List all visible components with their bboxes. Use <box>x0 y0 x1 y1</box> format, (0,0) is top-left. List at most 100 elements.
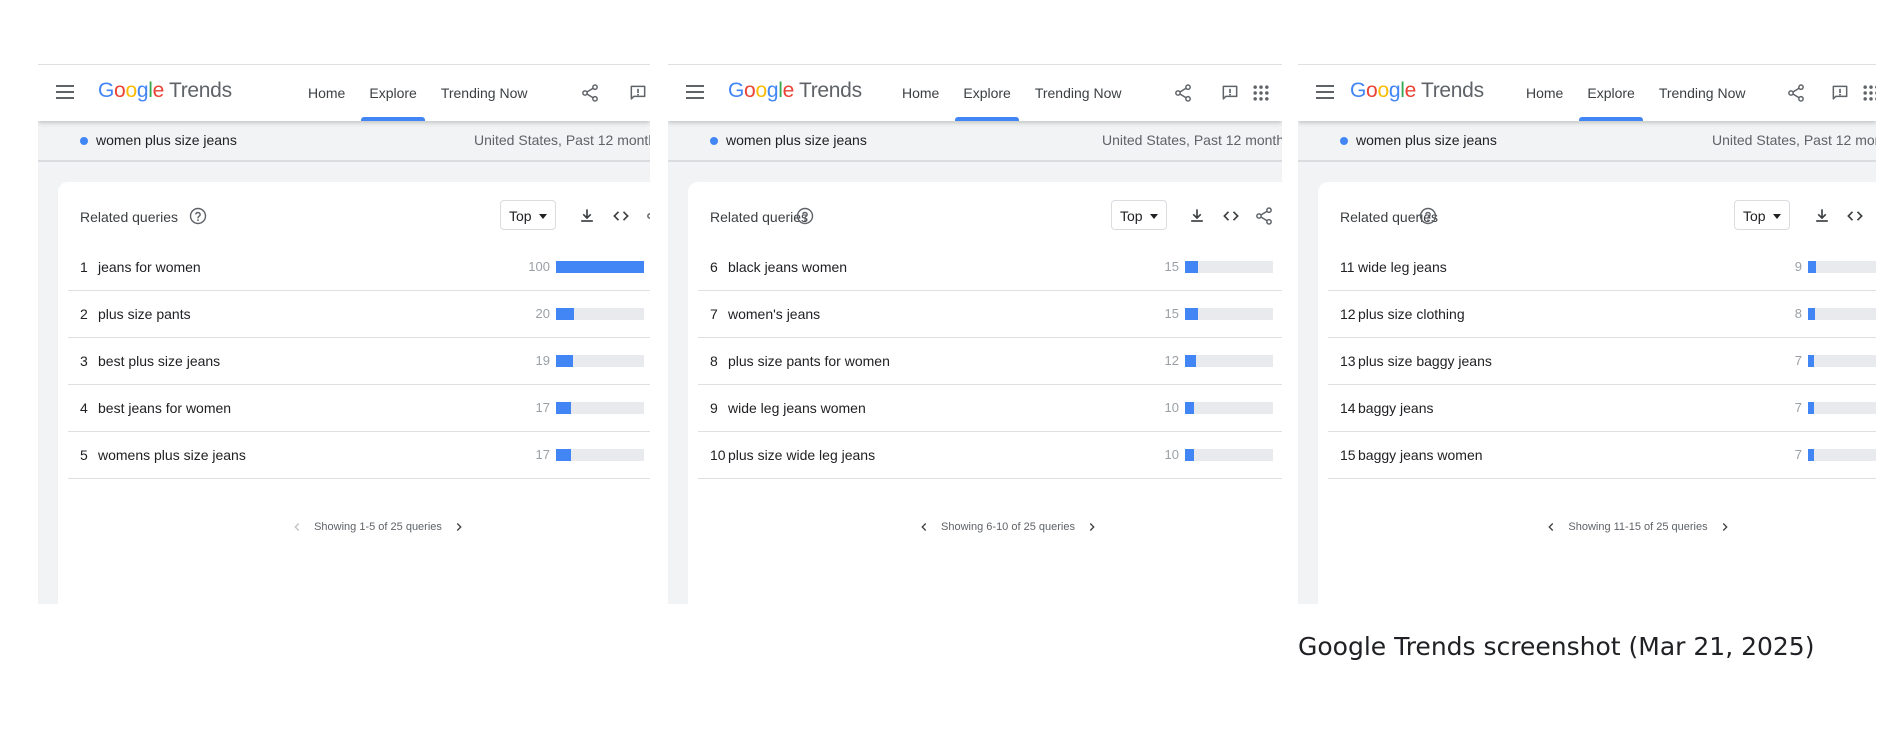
share-icon[interactable] <box>1173 83 1193 103</box>
google-trends-logo[interactable]: Google Trends <box>728 79 862 103</box>
query-row[interactable]: 14 baggy jeans 7 <box>1328 385 1876 432</box>
query-row[interactable]: 1 jeans for women 100 <box>68 244 650 291</box>
help-icon[interactable] <box>188 206 208 226</box>
nav-trending-now[interactable]: Trending Now <box>1647 65 1758 121</box>
query-row[interactable]: 5 womens plus size jeans 17 <box>68 432 650 479</box>
region-time-filter[interactable]: United States, Past 12 months <box>474 132 650 148</box>
query-row[interactable]: 13 plus size baggy jeans 7 <box>1328 338 1876 385</box>
query-text[interactable]: jeans for women <box>98 259 201 275</box>
nav-explore[interactable]: Explore <box>951 65 1022 121</box>
chevron-left-icon[interactable] <box>1544 520 1558 534</box>
search-term[interactable]: women plus size jeans <box>96 132 237 148</box>
chevron-left-icon[interactable] <box>290 520 304 534</box>
query-value: 7 <box>1794 353 1802 368</box>
value-bar-track <box>556 308 644 320</box>
query-text[interactable]: wide leg jeans <box>1358 259 1447 275</box>
caret-down-icon <box>1150 214 1158 219</box>
query-text[interactable]: best jeans for women <box>98 400 231 416</box>
query-row[interactable]: 10 plus size wide leg jeans 10 <box>698 432 1282 479</box>
query-text[interactable]: best plus size jeans <box>98 353 220 369</box>
feedback-icon[interactable] <box>1830 83 1850 103</box>
nav-trending-now[interactable]: Trending Now <box>429 65 540 121</box>
search-term-bar: women plus size jeans United States, Past… <box>668 120 1282 162</box>
chevron-right-icon[interactable] <box>452 520 466 534</box>
query-rank: 13 <box>1340 353 1356 369</box>
help-icon[interactable] <box>1418 206 1438 226</box>
apps-grid-icon[interactable] <box>1861 83 1876 103</box>
nav-explore[interactable]: Explore <box>1575 65 1646 121</box>
query-text[interactable]: black jeans women <box>728 259 847 275</box>
query-row[interactable]: 12 plus size clothing 8 <box>1328 291 1876 338</box>
chevron-right-icon[interactable] <box>1718 520 1732 534</box>
share-icon[interactable] <box>1786 83 1806 103</box>
query-row[interactable]: 15 baggy jeans women 7 <box>1328 432 1876 479</box>
value-bar-fill <box>556 402 571 414</box>
sort-dropdown[interactable]: Top <box>1111 200 1167 230</box>
active-tab-indicator <box>955 117 1019 121</box>
query-row[interactable]: 9 wide leg jeans women 10 <box>698 385 1282 432</box>
region-time-filter[interactable]: United States, Past 12 months <box>1712 132 1876 148</box>
sort-dropdown[interactable]: Top <box>1734 200 1790 230</box>
download-csv-icon[interactable] <box>1812 206 1832 226</box>
query-text[interactable]: baggy jeans <box>1358 400 1434 416</box>
share-icon[interactable] <box>645 206 650 226</box>
share-icon[interactable] <box>1254 206 1274 226</box>
sort-dropdown[interactable]: Top <box>500 200 556 230</box>
hamburger-menu-icon[interactable] <box>1316 85 1334 99</box>
query-text[interactable]: wide leg jeans women <box>728 400 866 416</box>
query-text[interactable]: plus size pants <box>98 306 191 322</box>
query-row[interactable]: 3 best plus size jeans 19 <box>68 338 650 385</box>
query-row[interactable]: 6 black jeans women 15 <box>698 244 1282 291</box>
query-text[interactable]: baggy jeans women <box>1358 447 1483 463</box>
help-icon[interactable] <box>795 206 815 226</box>
share-icon[interactable] <box>580 83 600 103</box>
apps-grid-icon[interactable] <box>1251 83 1271 103</box>
query-text[interactable]: women's jeans <box>728 306 820 322</box>
search-term[interactable]: women plus size jeans <box>726 132 867 148</box>
query-row[interactable]: 2 plus size pants 20 <box>68 291 650 338</box>
value-bar-track <box>556 355 644 367</box>
query-text[interactable]: plus size wide leg jeans <box>728 447 875 463</box>
download-csv-icon[interactable] <box>1187 206 1207 226</box>
chevron-left-icon[interactable] <box>917 520 931 534</box>
google-trends-logo[interactable]: Google Trends <box>1350 79 1484 103</box>
query-row[interactable]: 4 best jeans for women 17 <box>68 385 650 432</box>
value-bar-track <box>1808 308 1876 320</box>
query-row[interactable]: 11 wide leg jeans 9 <box>1328 244 1876 291</box>
value-bar-track <box>556 402 644 414</box>
query-text[interactable]: plus size pants for women <box>728 353 890 369</box>
google-trends-logo[interactable]: Google Trends <box>98 79 232 103</box>
query-value: 7 <box>1794 447 1802 462</box>
value-bar-track <box>1185 355 1273 367</box>
search-term[interactable]: women plus size jeans <box>1356 132 1497 148</box>
query-rank: 12 <box>1340 306 1356 322</box>
embed-code-icon[interactable] <box>1845 206 1865 226</box>
pagination: Showing 11-15 of 25 queries <box>1318 520 1876 540</box>
app-header: Google Trends Home Explore Trending Now <box>38 64 650 121</box>
hamburger-menu-icon[interactable] <box>56 85 74 99</box>
query-row[interactable]: 7 women's jeans 15 <box>698 291 1282 338</box>
embed-code-icon[interactable] <box>611 206 631 226</box>
nav-trending-now[interactable]: Trending Now <box>1023 65 1134 121</box>
feedback-icon[interactable] <box>628 83 648 103</box>
content-background: Related queries Top 6 black jeans women 15 7 w… <box>668 162 1282 604</box>
chevron-right-icon[interactable] <box>1085 520 1099 534</box>
query-text[interactable]: plus size baggy jeans <box>1358 353 1492 369</box>
top-nav: Home Explore Trending Now <box>296 65 539 121</box>
caret-down-icon <box>1773 214 1781 219</box>
query-text[interactable]: plus size clothing <box>1358 306 1465 322</box>
download-csv-icon[interactable] <box>577 206 597 226</box>
query-text[interactable]: womens plus size jeans <box>98 447 246 463</box>
search-term-bar: women plus size jeans United States, Past… <box>1298 120 1876 162</box>
nav-explore[interactable]: Explore <box>357 65 428 121</box>
nav-home[interactable]: Home <box>1514 65 1575 121</box>
nav-home[interactable]: Home <box>296 65 357 121</box>
nav-home[interactable]: Home <box>890 65 951 121</box>
app-header: Google Trends Home Explore Trending Now <box>668 64 1282 121</box>
hamburger-menu-icon[interactable] <box>686 85 704 99</box>
query-row[interactable]: 8 plus size pants for women 12 <box>698 338 1282 385</box>
pagination-text: Showing 6-10 of 25 queries <box>941 521 1075 533</box>
region-time-filter[interactable]: United States, Past 12 months <box>1102 132 1282 148</box>
feedback-icon[interactable] <box>1220 83 1240 103</box>
embed-code-icon[interactable] <box>1221 206 1241 226</box>
